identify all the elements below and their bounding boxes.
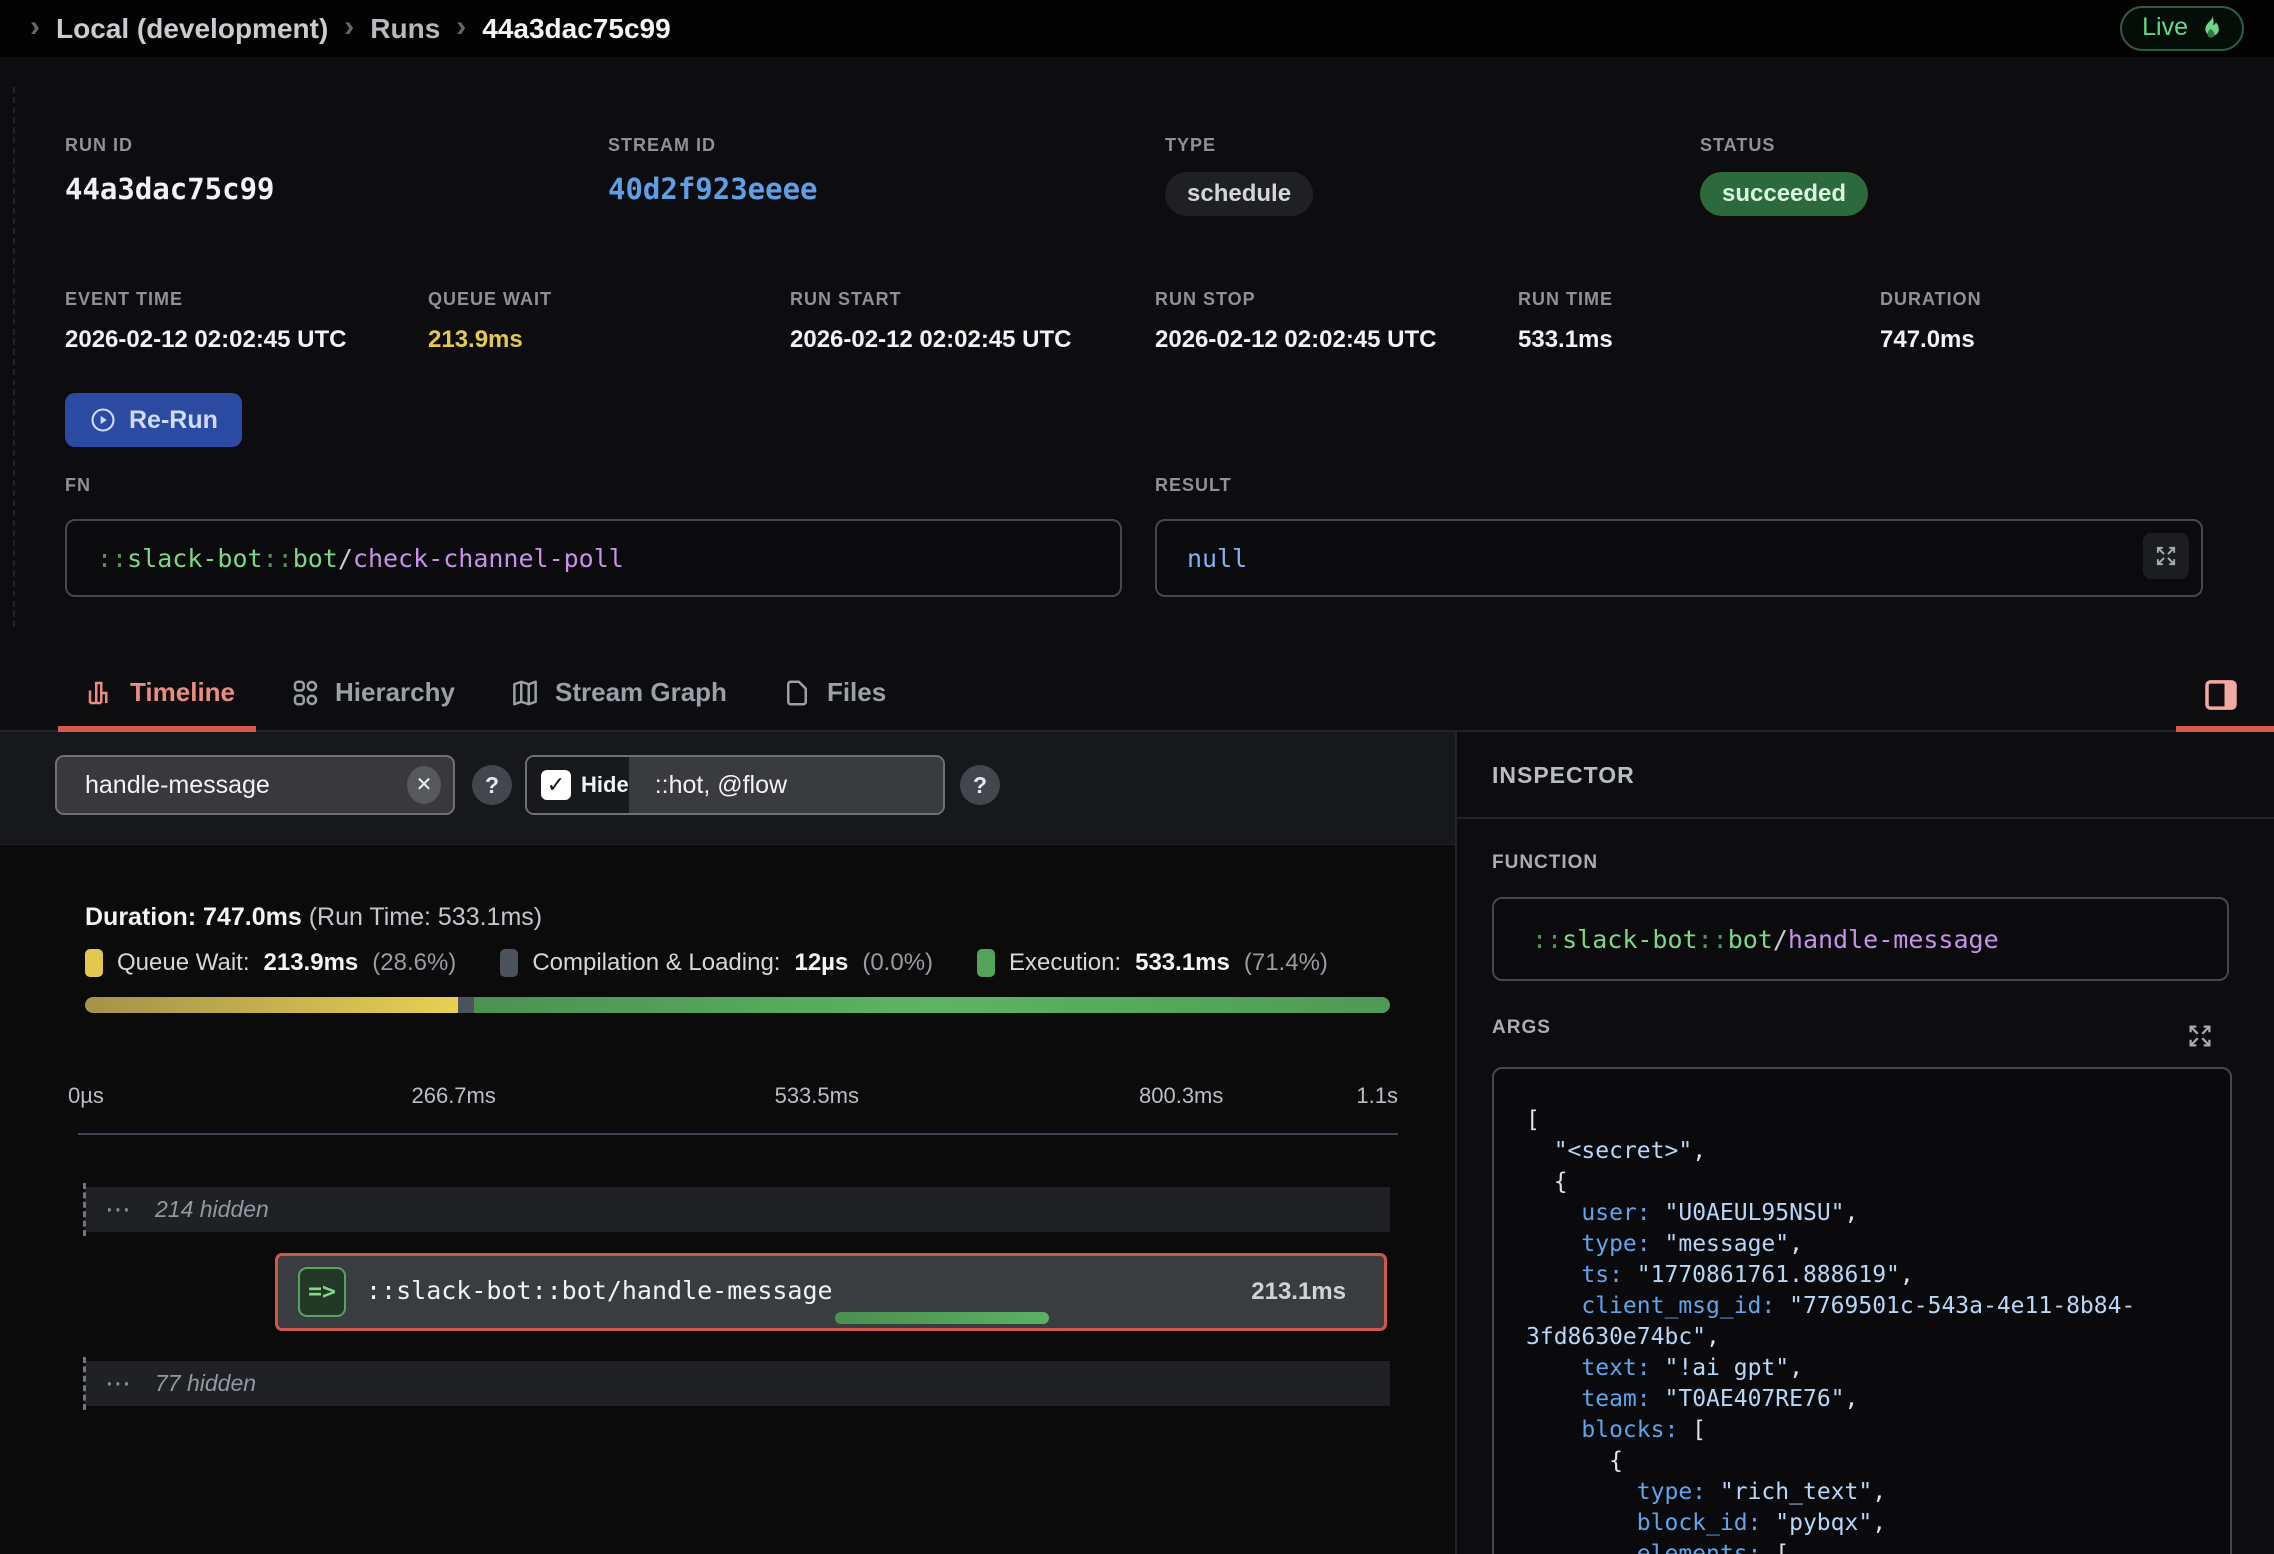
compilation-segment bbox=[458, 997, 474, 1013]
hidden-spans-row-top[interactable]: ⋯ 214 hidden bbox=[85, 1187, 1390, 1232]
chevron-right-icon: › bbox=[344, 12, 354, 46]
span-call-icon: => bbox=[298, 1267, 346, 1317]
hide-filter-group: ✓ Hide bbox=[525, 755, 945, 815]
expand-args-button[interactable] bbox=[2185, 1014, 2229, 1058]
meta-event-time: EVENT TIME 2026-02-12 02:02:45 UTC bbox=[65, 289, 347, 354]
hide-toggle: ✓ Hide bbox=[527, 757, 629, 813]
search-help-button[interactable]: ? bbox=[472, 765, 512, 805]
fn-box: ::slack-bot::bot/check-channel-poll bbox=[65, 519, 1122, 597]
meta-status: STATUS succeeded bbox=[1700, 135, 1868, 216]
inspector-title: INSPECTOR bbox=[1492, 762, 1635, 789]
meta-queue-wait: QUEUE WAIT 213.9ms bbox=[428, 289, 552, 354]
span-duration: 213.1ms bbox=[1251, 1278, 1346, 1306]
expand-result-button[interactable] bbox=[2143, 533, 2189, 579]
inspector-panel: INSPECTOR FUNCTION ::slack-bot::bot/hand… bbox=[1455, 732, 2274, 1554]
timeline-filterbar: ✕ ? ✓ Hide ? bbox=[0, 732, 1455, 845]
ellipsis-icon: ⋯ bbox=[105, 1368, 133, 1399]
meta-run-start: RUN START 2026-02-12 02:02:45 UTC bbox=[790, 289, 1072, 354]
chevron-right-icon: › bbox=[30, 12, 40, 46]
ellipsis-icon: ⋯ bbox=[105, 1194, 133, 1225]
live-label: Live bbox=[2142, 13, 2188, 42]
run-detail-page: › Local (development) › Runs › 44a3dac75… bbox=[0, 0, 2274, 1554]
rerun-button[interactable]: Re-Run bbox=[65, 393, 242, 447]
time-axis: 0µs 266.7ms 533.5ms 800.3ms 1.1s bbox=[68, 1083, 1398, 1113]
breadcrumb-runs[interactable]: Runs bbox=[370, 13, 440, 45]
function-label: FUNCTION bbox=[1492, 852, 1598, 874]
duration-stacked-bar bbox=[85, 997, 1390, 1013]
view-tabs: Timeline Hierarchy Stream Graph bbox=[0, 655, 2274, 732]
result-box: null bbox=[1155, 519, 2203, 597]
execution-swatch bbox=[977, 949, 995, 977]
compilation-swatch bbox=[500, 949, 518, 977]
queue-wait-segment bbox=[85, 997, 458, 1013]
meta-run-stop: RUN STOP 2026-02-12 02:02:45 UTC bbox=[1155, 289, 1437, 354]
live-badge[interactable]: Live bbox=[2120, 6, 2244, 51]
tab-hierarchy[interactable]: Hierarchy bbox=[290, 677, 455, 708]
inspector-divider bbox=[1457, 817, 2274, 819]
hide-patterns-input[interactable] bbox=[629, 757, 945, 813]
file-icon bbox=[782, 678, 812, 708]
search-field-wrap: ✕ bbox=[55, 755, 455, 815]
run-meta-section: RUN ID 44a3dac75c99 STREAM ID 40d2f923ee… bbox=[0, 57, 2274, 655]
hide-help-button[interactable]: ? bbox=[960, 765, 1000, 805]
flame-icon bbox=[2198, 15, 2224, 41]
toggle-inspector-panel-button[interactable] bbox=[2200, 673, 2244, 717]
span-function-name: ::slack-bot::bot/handle-message bbox=[366, 1276, 833, 1305]
breadcrumb-project[interactable]: Local (development) bbox=[56, 13, 328, 45]
result-value: null bbox=[1187, 544, 1247, 573]
queue-wait-swatch bbox=[85, 949, 103, 977]
duration-legend: Queue Wait: 213.9ms (28.6%) Compilation … bbox=[85, 949, 1328, 977]
status-badge: succeeded bbox=[1700, 172, 1868, 216]
duration-summary: Duration: 747.0ms (Run Time: 533.1ms) bbox=[85, 903, 542, 932]
replay-icon bbox=[89, 406, 117, 434]
meta-stream-id: STREAM ID 40d2f923eeee bbox=[608, 135, 818, 206]
clear-search-button[interactable]: ✕ bbox=[407, 766, 441, 804]
type-badge: schedule bbox=[1165, 172, 1313, 216]
content-split: ✕ ? ✓ Hide ? Duration: 747.0ms (Run Time… bbox=[0, 732, 2274, 1554]
timeline-pane: ✕ ? ✓ Hide ? Duration: 747.0ms (Run Time… bbox=[0, 732, 1455, 1554]
breadcrumb: › Local (development) › Runs › 44a3dac75… bbox=[0, 0, 2274, 57]
tab-timeline[interactable]: Timeline bbox=[85, 677, 235, 708]
meta-duration: DURATION 747.0ms bbox=[1880, 289, 1982, 354]
result-label: RESULT bbox=[1155, 475, 1232, 496]
time-axis-line bbox=[78, 1133, 1398, 1135]
hierarchy-icon bbox=[290, 678, 320, 708]
meta-run-time: RUN TIME 533.1ms bbox=[1518, 289, 1613, 354]
chevron-right-icon: › bbox=[456, 12, 466, 46]
search-input[interactable] bbox=[85, 771, 407, 800]
map-icon bbox=[510, 678, 540, 708]
hide-checkbox[interactable]: ✓ bbox=[541, 770, 571, 800]
tab-files[interactable]: Files bbox=[782, 677, 886, 708]
function-box: ::slack-bot::bot/handle-message bbox=[1492, 897, 2229, 981]
legend-execution: Execution: 533.1ms (71.4%) bbox=[977, 949, 1328, 977]
run-id-value: 44a3dac75c99 bbox=[65, 172, 275, 206]
breadcrumb-run-id: 44a3dac75c99 bbox=[482, 13, 670, 45]
meta-run-id: RUN ID 44a3dac75c99 bbox=[65, 135, 275, 206]
meta-type: TYPE schedule bbox=[1165, 135, 1313, 216]
selected-span-row[interactable]: => ::slack-bot::bot/handle-message 213.1… bbox=[275, 1253, 1387, 1331]
args-label: ARGS bbox=[1492, 1017, 1551, 1039]
args-json-viewer[interactable]: [ "<secret>", { user: "U0AEUL95NSU", typ… bbox=[1492, 1067, 2232, 1554]
tab-stream-graph[interactable]: Stream Graph bbox=[510, 677, 727, 708]
span-execution-bar bbox=[835, 1312, 1048, 1324]
hidden-spans-row-bottom[interactable]: ⋯ 77 hidden bbox=[85, 1361, 1390, 1406]
fn-label: FN bbox=[65, 475, 91, 496]
execution-segment bbox=[474, 997, 1390, 1013]
legend-compilation: Compilation & Loading: 12µs (0.0%) bbox=[500, 949, 933, 977]
bar-chart-icon bbox=[85, 678, 115, 708]
timeline-chart-area: Duration: 747.0ms (Run Time: 533.1ms) Qu… bbox=[0, 845, 1455, 1554]
legend-queue-wait: Queue Wait: 213.9ms (28.6%) bbox=[85, 949, 456, 977]
stream-id-link[interactable]: 40d2f923eeee bbox=[608, 172, 818, 206]
